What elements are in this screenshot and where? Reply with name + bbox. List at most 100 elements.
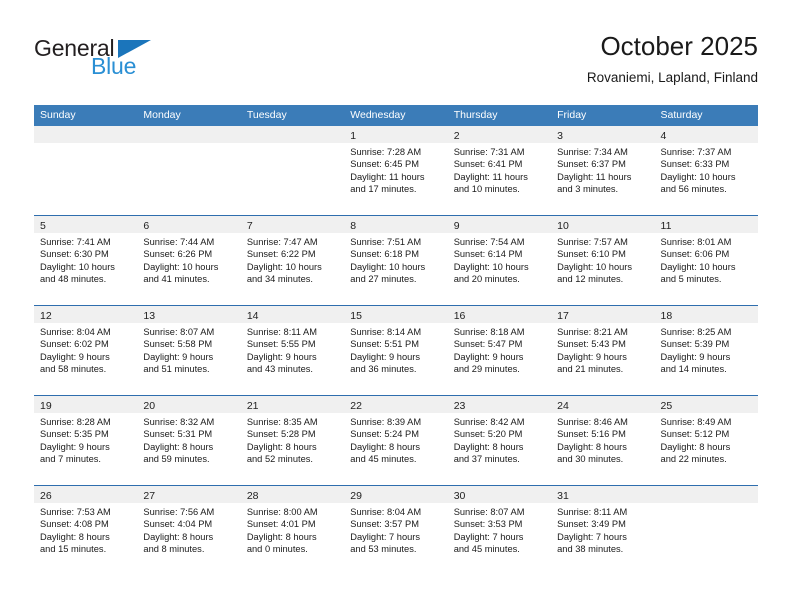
day-info-line: Daylight: 9 hours xyxy=(557,351,627,362)
day-info-line: Sunset: 6:26 PM xyxy=(143,249,213,260)
day-info-line: Daylight: 8 hours xyxy=(143,441,214,452)
day-number: 8 xyxy=(350,220,357,232)
day-info-line: Sunset: 5:12 PM xyxy=(660,429,730,440)
day-info-line: Daylight: 7 hours xyxy=(350,531,421,542)
day-info-line: Sunrise: 8:46 AM xyxy=(557,417,628,427)
day-info-line: Sunset: 5:43 PM xyxy=(557,339,626,350)
day-cell-6[interactable]: 6 Sunrise: 7:44 AM Sunset: 6:26 PM Daylight… xyxy=(137,216,241,305)
logo-blue-text: Blue xyxy=(91,53,137,79)
day-cell-17[interactable]: 17 Sunrise: 8:21 AM Sunset: 5:43 PM Dayligh… xyxy=(551,306,655,395)
day-sun-info: Sunrise: 8:25 AM Sunset: 5:39 PM Daylight:… xyxy=(655,323,758,376)
day-sun-info: Sunrise: 8:11 AM Sunset: 5:55 PM Daylight:… xyxy=(241,323,344,376)
day-cell-11[interactable]: 11 Sunrise: 8:01 AM Sunset: 6:06 PM Dayligh… xyxy=(654,216,758,305)
day-info-line: Sunset: 5:58 PM xyxy=(143,339,213,350)
day-sun-info: Sunrise: 8:14 AM Sunset: 5:51 PM Daylight:… xyxy=(344,323,447,376)
day-sun-info: Sunrise: 7:28 AM Sunset: 6:45 PM Daylight:… xyxy=(344,143,447,196)
day-number-band: 3 xyxy=(551,126,655,143)
day-info-line: Sunrise: 8:35 AM xyxy=(246,417,318,427)
day-cell-28[interactable]: 28 Sunrise: 8:00 AM Sunset: 4:01 PM Dayligh… xyxy=(240,486,345,575)
day-cell-3[interactable]: 3 Sunrise: 7:34 AM Sunset: 6:37 PM Daylight… xyxy=(551,126,655,215)
day-cell-30[interactable]: 30 Sunrise: 8:07 AM Sunset: 3:53 PM Dayligh… xyxy=(447,486,552,575)
day-cell-14[interactable]: 14 Sunrise: 8:11 AM Sunset: 5:55 PM Dayligh… xyxy=(240,306,345,395)
day-info-line: Daylight: 11 hours xyxy=(453,171,528,182)
day-sun-info: Sunrise: 8:11 AM Sunset: 3:49 PM Daylight:… xyxy=(551,503,654,556)
day-number-band xyxy=(34,126,138,143)
day-cell-20[interactable]: 20 Sunrise: 8:32 AM Sunset: 5:31 PM Dayligh… xyxy=(137,396,241,485)
day-info-line: Sunrise: 8:04 AM xyxy=(40,327,111,337)
day-cell-29[interactable]: 29 Sunrise: 8:04 AM Sunset: 3:57 PM Dayligh… xyxy=(344,486,448,575)
day-number: 22 xyxy=(350,400,362,412)
day-sun-info: Sunrise: 7:41 AM Sunset: 6:30 PM Daylight:… xyxy=(34,233,137,286)
day-number: 6 xyxy=(143,220,150,232)
day-info-line: Daylight: 9 hours xyxy=(660,351,731,362)
day-number: 24 xyxy=(557,400,569,412)
day-cell-27[interactable]: 27 Sunrise: 7:56 AM Sunset: 4:04 PM Dayligh… xyxy=(137,486,241,575)
day-number-band: 15 xyxy=(344,306,448,323)
day-number: 10 xyxy=(557,220,569,232)
day-cell-24[interactable]: 24 Sunrise: 8:46 AM Sunset: 5:16 PM Dayligh… xyxy=(551,396,655,485)
day-number-band xyxy=(137,126,241,143)
day-info-line: Sunset: 6:06 PM xyxy=(660,249,730,260)
day-cell-10[interactable]: 10 Sunrise: 7:57 AM Sunset: 6:10 PM Dayligh… xyxy=(551,216,655,305)
day-number-band: 21 xyxy=(240,396,345,413)
day-info-line: Daylight: 8 hours xyxy=(660,441,731,452)
day-number: 12 xyxy=(40,310,52,322)
day-cell-26[interactable]: 26 Sunrise: 7:53 AM Sunset: 4:08 PM Dayligh… xyxy=(34,486,138,575)
day-cell-4[interactable]: 4 Sunrise: 7:37 AM Sunset: 6:33 PM Daylight… xyxy=(654,126,758,215)
day-cell-31[interactable]: 31 Sunrise: 8:11 AM Sunset: 3:49 PM Dayligh… xyxy=(551,486,655,575)
day-info-line: and 58 minutes. xyxy=(40,364,107,375)
day-cell-22[interactable]: 22 Sunrise: 8:39 AM Sunset: 5:24 PM Dayligh… xyxy=(344,396,448,485)
day-cell-13[interactable]: 13 Sunrise: 8:07 AM Sunset: 5:58 PM Dayligh… xyxy=(137,306,241,395)
day-cell-15[interactable]: 15 Sunrise: 8:14 AM Sunset: 5:51 PM Dayligh… xyxy=(344,306,448,395)
day-number: 25 xyxy=(660,400,673,412)
day-info-line: Daylight: 10 hours xyxy=(660,261,736,272)
day-cell-2[interactable]: 2 Sunrise: 7:31 AM Sunset: 6:41 PM Daylight… xyxy=(447,126,552,215)
day-cell-9[interactable]: 9 Sunrise: 7:54 AM Sunset: 6:14 PM Daylight… xyxy=(447,216,552,305)
day-cell-5[interactable]: 5 Sunrise: 7:41 AM Sunset: 6:30 PM Daylight… xyxy=(34,216,138,305)
day-cell-12[interactable]: 12 Sunrise: 8:04 AM Sunset: 6:02 PM Dayligh… xyxy=(34,306,138,395)
day-number-band: 31 xyxy=(551,486,655,503)
day-info-line: and 15 minutes. xyxy=(40,544,107,555)
day-info-line: Sunset: 5:47 PM xyxy=(453,339,523,350)
day-info-line: Sunrise: 8:42 AM xyxy=(453,417,525,427)
day-cell-25[interactable]: 25 Sunrise: 8:49 AM Sunset: 5:12 PM Dayligh… xyxy=(654,396,758,485)
day-info-line: Sunrise: 7:34 AM xyxy=(557,147,628,157)
day-cell-23[interactable]: 23 Sunrise: 8:42 AM Sunset: 5:20 PM Dayligh… xyxy=(447,396,552,485)
day-number-band: 24 xyxy=(551,396,655,413)
day-cell-1[interactable]: 1 Sunrise: 7:28 AM Sunset: 6:45 PM Daylight… xyxy=(344,126,448,215)
weekday-header-sunday: Sunday xyxy=(40,109,76,121)
day-info-line: and 59 minutes. xyxy=(143,454,210,465)
day-info-line: Sunrise: 7:53 AM xyxy=(40,507,111,517)
day-number-band: 18 xyxy=(654,306,758,323)
day-cell-18[interactable]: 18 Sunrise: 8:25 AM Sunset: 5:39 PM Dayligh… xyxy=(654,306,758,395)
day-cell-7[interactable]: 7 Sunrise: 7:47 AM Sunset: 6:22 PM Daylight… xyxy=(240,216,345,305)
general-blue-logo[interactable]: General Blue xyxy=(34,35,264,91)
day-number-band: 20 xyxy=(137,396,241,413)
day-sun-info: Sunrise: 8:21 AM Sunset: 5:43 PM Daylight:… xyxy=(551,323,654,376)
day-info-line: Sunset: 5:51 PM xyxy=(350,339,419,350)
day-sun-info: Sunrise: 7:34 AM Sunset: 6:37 PM Daylight:… xyxy=(551,143,654,196)
day-sun-info: Sunrise: 8:18 AM Sunset: 5:47 PM Daylight:… xyxy=(448,323,551,376)
day-number-band: 9 xyxy=(447,216,552,233)
day-info-line: Sunrise: 7:57 AM xyxy=(557,237,628,247)
day-cell-16[interactable]: 16 Sunrise: 8:18 AM Sunset: 5:47 PM Dayligh… xyxy=(447,306,552,395)
day-info-line: Sunrise: 8:01 AM xyxy=(660,237,732,247)
day-info-line: Sunrise: 8:32 AM xyxy=(143,417,215,427)
day-cell-21[interactable]: 21 Sunrise: 8:35 AM Sunset: 5:28 PM Dayligh… xyxy=(240,396,345,485)
day-info-line: Daylight: 8 hours xyxy=(246,531,317,542)
day-info-line: Sunset: 5:39 PM xyxy=(660,339,730,350)
day-number-band: 8 xyxy=(344,216,448,233)
day-number: 14 xyxy=(246,310,259,322)
day-cell-19[interactable]: 19 Sunrise: 8:28 AM Sunset: 5:35 PM Dayligh… xyxy=(34,396,138,485)
day-info-line: and 17 minutes. xyxy=(350,184,417,195)
day-info-line: Sunset: 6:10 PM xyxy=(557,249,626,260)
day-cell-8[interactable]: 8 Sunrise: 7:51 AM Sunset: 6:18 PM Daylight… xyxy=(344,216,448,305)
day-sun-info: Sunrise: 8:04 AM Sunset: 3:57 PM Daylight:… xyxy=(344,503,447,556)
weekday-header-tuesday: Tuesday xyxy=(246,109,287,121)
day-info-line: and 5 minutes. xyxy=(660,274,722,285)
day-number: 30 xyxy=(453,490,466,502)
day-info-line: Daylight: 8 hours xyxy=(557,441,627,452)
day-info-line: and 48 minutes. xyxy=(40,274,107,285)
day-info-line: Sunrise: 7:47 AM xyxy=(246,237,318,247)
day-info-line: Sunrise: 8:49 AM xyxy=(660,417,732,427)
